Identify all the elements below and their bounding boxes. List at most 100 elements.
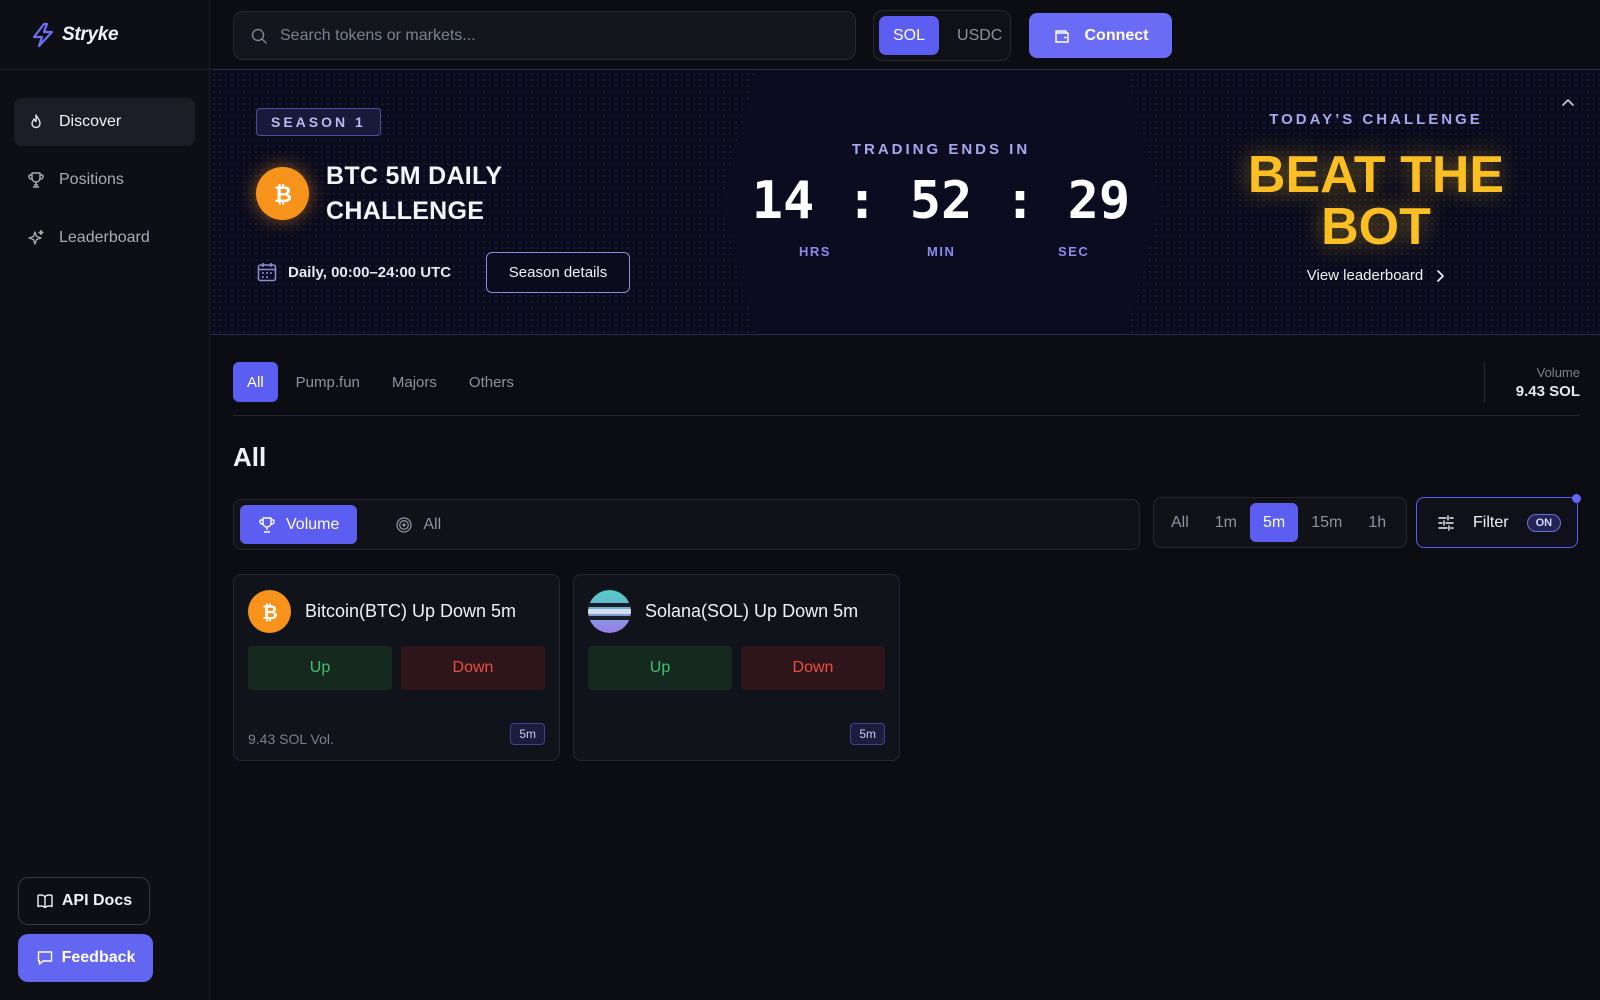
tab-pumpfun[interactable]: Pump.fun [282,362,374,402]
market-volume: 9.43 SOL Vol. [248,731,334,747]
divider [233,415,1580,416]
lightning-logo-icon [32,22,54,47]
sidebar-item-label: Leaderboard [59,229,150,246]
market-card-header: Solana(SOL) Up Down 5m [588,590,858,633]
sort-volume-label: Volume [286,515,340,533]
svg-text:₿: ₿ [274,183,292,208]
sidebar-item-label: Discover [59,113,122,130]
sparkle-icon [28,229,44,245]
time-filter-all[interactable]: All [1158,503,1202,542]
sort-all-label: All [423,515,442,533]
currency-usdc-button[interactable]: USDC [943,16,1016,55]
logo[interactable]: Stryke [0,0,209,70]
market-actions: Up Down [248,646,545,690]
feedback-button[interactable]: Feedback [18,934,153,982]
target-icon [396,516,413,533]
bitcoin-icon: ₿ [256,167,309,220]
challenge-schedule: Daily, 00:00–24:00 UTC [256,261,451,283]
svg-text:₿: ₿ [262,602,277,624]
market-card-header: ₿ Bitcoin(BTC) Up Down 5m [248,590,516,633]
book-icon [37,894,53,909]
down-button[interactable]: Down [741,646,885,690]
countdown-timer: 14 : 52 : 29 [721,171,1161,231]
connect-label: Connect [1084,26,1149,44]
currency-sol-button[interactable]: SOL [879,16,940,55]
connect-wallet-button[interactable]: Connect [1029,13,1172,58]
sidebar-item-discover[interactable]: Discover [14,98,195,146]
schedule-text: Daily, 00:00–24:00 UTC [288,263,452,281]
volume-value: 9.43 SOL [1515,383,1580,400]
season-details-button[interactable]: Season details [486,252,630,293]
market-title: Bitcoin(BTC) Up Down 5m [305,601,517,621]
chevron-right-icon [1437,269,1445,282]
market-title: Solana(SOL) Up Down 5m [645,601,859,621]
seconds-unit-label: SEC [1058,244,1090,259]
sort-all-button[interactable]: All [377,505,459,544]
solana-icon [588,590,631,633]
currency-toggle: SOL USDC [873,10,1011,61]
sort-volume-button[interactable]: Volume [240,505,358,544]
view-leaderboard-label: View leaderboard [1306,267,1424,284]
interval-badge: 5m [850,723,885,745]
category-tabs: All Pump.fun Majors Others [233,362,528,402]
sidebar-nav: Discover Positions Leaderboard [0,70,209,262]
season-badge: SEASON 1 [256,108,381,136]
api-docs-button[interactable]: API Docs [18,877,150,925]
countdown-minutes: 52 [909,171,973,231]
countdown-separator: : [1004,171,1036,231]
bitcoin-icon: ₿ [248,590,291,633]
minutes-unit-label: MIN [927,244,956,259]
time-filter-15m[interactable]: 15m [1298,503,1355,542]
market-card[interactable]: Solana(SOL) Up Down 5m Up Down 5m [573,574,900,761]
hours-unit-label: HRS [799,244,831,259]
filter-button[interactable]: Filter ON [1416,494,1581,548]
sort-bar: Volume All [233,499,1140,550]
trophy-icon [259,516,275,533]
sidebar-item-positions[interactable]: Positions [14,156,195,204]
trophy-icon [28,172,44,188]
sidebar-item-label: Positions [59,171,124,188]
volume-label: Volume [1536,365,1580,380]
wallet-icon [1054,29,1069,43]
tab-majors[interactable]: Majors [378,362,451,402]
filter-label: Filter [1473,513,1509,531]
up-button[interactable]: Up [588,646,732,690]
trading-ends-label: TRADING ENDS IN [851,141,1031,158]
search-input[interactable] [280,26,820,45]
tab-all[interactable]: All [233,362,278,402]
view-leaderboard-link[interactable]: View leaderboard [1241,267,1511,284]
market-card[interactable]: ₿ Bitcoin(BTC) Up Down 5m Up Down 9.43 S… [233,574,560,761]
countdown-seconds: 29 [1067,171,1131,231]
filter-status-badge: ON [1526,513,1562,532]
api-docs-label: API Docs [61,892,133,909]
todays-challenge-label: TODAY’S CHALLENGE [1269,111,1483,128]
feedback-label: Feedback [61,949,136,966]
logo-text: Stryke [62,23,119,45]
search-box[interactable] [233,11,856,60]
calendar-icon [257,263,277,282]
flame-icon [31,114,41,129]
challenge-banner: SEASON 1 ₿ BTC 5M DAILY CHALLENGE Daily,… [211,71,1600,335]
search-icon [251,28,267,44]
countdown-separator: : [846,171,878,231]
market-actions: Up Down [588,646,885,690]
challenge-title: BTC 5M DAILY CHALLENGE [326,162,502,225]
top-bar: SOL USDC Connect [211,0,1600,70]
interval-badge: 5m [510,723,545,745]
filter-indicator-dot [1572,494,1581,503]
time-filter-1h[interactable]: 1h [1355,503,1399,542]
up-button[interactable]: Up [248,646,392,690]
sidebar: Stryke Discover Positions Leaderboard AP… [0,0,210,1000]
section-title: All [233,442,267,472]
time-filter-5m[interactable]: 5m [1250,503,1299,542]
time-filter-1m[interactable]: 1m [1202,503,1250,542]
sliders-icon [1438,514,1454,531]
total-volume: Volume 9.43 SOL [1484,362,1580,402]
down-button[interactable]: Down [401,646,545,690]
countdown-hours: 14 [751,171,815,231]
sidebar-item-leaderboard[interactable]: Leaderboard [14,214,195,262]
message-icon [37,951,52,965]
challenge-headline: BEAT THE BOT [1247,146,1505,256]
collapse-chevron-up-icon[interactable] [1561,97,1575,107]
tab-others[interactable]: Others [455,362,528,402]
